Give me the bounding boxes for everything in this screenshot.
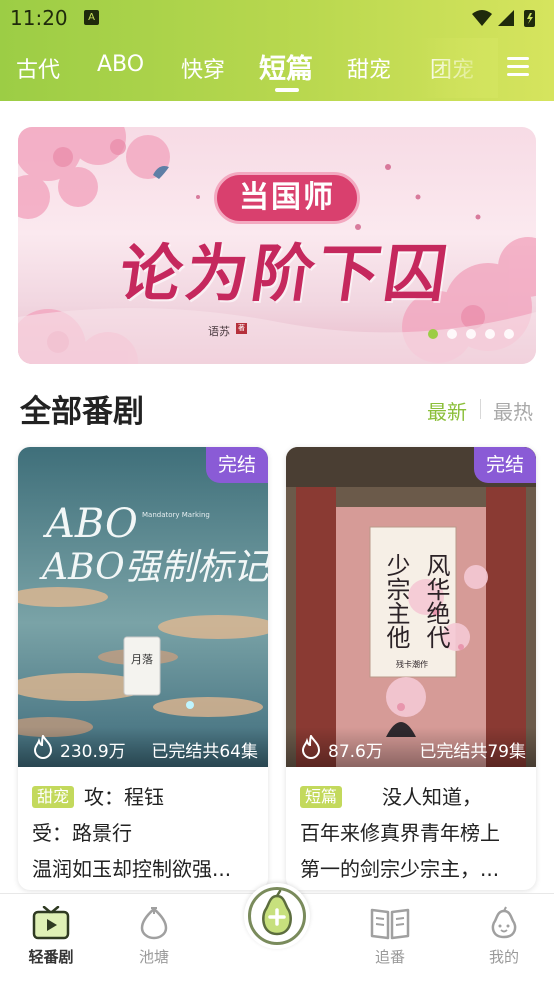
featured-banner[interactable]: 当国师 论为阶下囚 语苏 著 (18, 127, 536, 364)
nav-chitang[interactable]: 池塘 (124, 906, 184, 970)
system-home-area (0, 975, 554, 985)
pond-icon (140, 907, 168, 940)
status-badge: 完结 (474, 447, 536, 483)
tab-duanpian[interactable]: 短篇 (259, 47, 313, 86)
desc-line: 第一的剑宗少宗主，... (300, 857, 500, 881)
svg-text:月落: 月落 (131, 653, 153, 666)
cover-artwork-shaozongzhu: 风华绝代 少宗主他 残卡潮作 (286, 447, 536, 767)
active-tab-indicator (275, 88, 299, 92)
tab-gudai[interactable]: 古代 (16, 52, 60, 84)
nav-label: 池塘 (138, 948, 169, 966)
nav-label: 追番 (374, 948, 405, 966)
sort-newest[interactable]: 最新 (427, 396, 467, 425)
page-dot[interactable] (428, 329, 438, 339)
nav-label: 我的 (488, 948, 519, 966)
signal-icon (498, 10, 514, 26)
tab-tianchong[interactable]: 甜宠 (347, 52, 391, 84)
genre-tag: 短篇 (300, 786, 343, 808)
page-dot[interactable] (504, 329, 514, 339)
banner-title: 论为阶下囚 (115, 237, 456, 310)
menu-icon (507, 57, 529, 60)
banner-seal: 著 (236, 323, 247, 334)
card-meta: 230.9万 已完结共64集 (18, 727, 268, 767)
section-title: 全部番剧 (20, 394, 144, 430)
card-description: 短篇 没人知道， 百年来修真界青年榜上 第一的剑宗少宗主，... (300, 779, 526, 887)
nav-zhuifan[interactable]: 追番 (360, 906, 420, 970)
book-icon (370, 908, 410, 940)
svg-text:ABO强制标记: ABO强制标记 (39, 547, 268, 588)
drama-card[interactable]: 风华绝代 少宗主他 残卡潮作 完结 87.6万 已完结共79集 短篇 没人知道， … (286, 447, 536, 890)
status-bar: 11:20 A (0, 0, 554, 38)
card-meta: 87.6万 已完结共79集 (286, 727, 536, 767)
svg-text:风华绝代: 风华绝代 (422, 553, 450, 649)
status-time: 11:20 (10, 6, 68, 30)
nav-wode[interactable]: 我的 (474, 906, 534, 970)
view-count: 87.6万 (328, 742, 383, 762)
episode-count: 已完结共64集 (151, 742, 258, 762)
fire-icon (301, 735, 321, 759)
status-badge: 完结 (206, 447, 268, 483)
fire-icon (33, 735, 53, 759)
svg-text:少宗主他: 少宗主他 (382, 553, 410, 649)
card-cover: ABO ABO强制标记 Mandatory Marking 月落 (18, 447, 268, 767)
view-count: 230.9万 (60, 742, 126, 762)
desc-line: 百年来修真界青年榜上 (300, 821, 500, 845)
card-description: 甜宠 攻：程钰 受：路景行 温润如玉却控制欲强... (32, 779, 258, 887)
banner-pagination (428, 329, 518, 341)
sort-divider (480, 399, 481, 419)
svg-text:残卡潮作: 残卡潮作 (396, 659, 428, 669)
category-tabs: 古代 ABO 快穿 短篇 甜宠 团宠 (0, 38, 554, 98)
tv-icon (32, 906, 70, 940)
center-add-button[interactable] (244, 883, 310, 949)
page-dot[interactable] (447, 329, 457, 339)
wifi-icon (472, 10, 492, 26)
cover-artwork-abo: ABO ABO强制标记 Mandatory Marking 月落 (18, 447, 268, 767)
desc-line: 受：路景行 (32, 821, 132, 845)
status-icons (472, 10, 535, 27)
svg-text:Mandatory Marking: Mandatory Marking (142, 511, 210, 519)
tab-kuaichuan[interactable]: 快穿 (181, 52, 225, 84)
drama-card[interactable]: ABO ABO强制标记 Mandatory Marking 月落 完结 230.… (18, 447, 268, 890)
banner-author: 语苏 (208, 325, 230, 338)
desc-line: 攻：程钰 (84, 785, 165, 809)
notification-icon: A (84, 10, 99, 25)
pear-face-icon (491, 906, 517, 939)
nav-qingfanju[interactable]: 轻番剧 (21, 906, 81, 970)
card-cover: 风华绝代 少宗主他 残卡潮作 (286, 447, 536, 767)
tabs-fade (418, 38, 498, 98)
sort-hottest[interactable]: 最热 (493, 396, 533, 425)
genre-tag: 甜宠 (32, 786, 75, 808)
banner-subtitle: 当国师 (214, 172, 360, 224)
pear-add-icon (262, 889, 292, 936)
page-dot[interactable] (466, 329, 476, 339)
tab-abo[interactable]: ABO (97, 52, 144, 77)
page-dot[interactable] (485, 329, 495, 339)
episode-count: 已完结共79集 (419, 742, 526, 762)
nav-label: 轻番剧 (28, 948, 74, 966)
desc-line: 温润如玉却控制欲强... (32, 857, 232, 881)
desc-line: 没人知道， (382, 785, 483, 809)
top-header: 11:20 A 古代 ABO 快穿 短篇 甜宠 团宠 (0, 0, 554, 101)
menu-button[interactable] (500, 48, 536, 84)
svg-text:ABO: ABO (42, 501, 138, 547)
